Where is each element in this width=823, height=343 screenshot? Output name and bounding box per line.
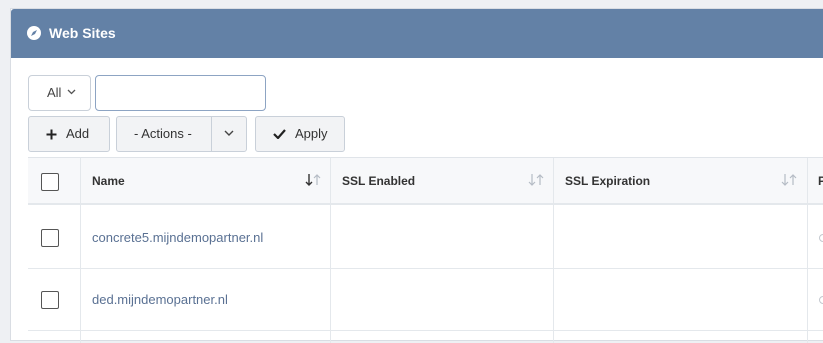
apply-button[interactable]: Apply <box>255 116 345 152</box>
actions-divider <box>211 117 212 151</box>
chevron-down-icon[interactable] <box>224 130 234 137</box>
chevron-down-icon <box>67 89 76 95</box>
search-input[interactable] <box>95 75 266 111</box>
plus-icon <box>46 129 57 140</box>
add-button-label: Add <box>66 126 90 141</box>
compass-icon <box>27 26 41 40</box>
status-indicator <box>819 296 823 304</box>
scope-filter-select[interactable]: All <box>28 75 91 111</box>
actions-select-label: - Actions - <box>134 126 192 141</box>
panel-header: Web Sites <box>11 9 823 58</box>
add-button[interactable]: Add <box>28 116 110 152</box>
column-header-ssl-enabled[interactable]: SSL Enabled <box>342 173 415 189</box>
websites-table: Name SSL Enabled SSL Expiration P concre… <box>28 157 823 343</box>
column-header-name[interactable]: Name <box>92 173 125 189</box>
web-sites-panel: Web Sites All Add - Actions - Apply Name… <box>10 8 823 343</box>
website-name-link[interactable]: ded.mijndemopartner.nl <box>92 291 228 309</box>
select-all-checkbox[interactable] <box>41 173 59 191</box>
panel-title: Web Sites <box>49 25 116 41</box>
sort-icon[interactable] <box>781 173 797 187</box>
apply-button-label: Apply <box>295 126 328 141</box>
status-indicator <box>819 234 823 242</box>
row-checkbox[interactable] <box>41 229 59 247</box>
check-icon <box>273 129 286 139</box>
scope-filter-value: All <box>47 85 62 100</box>
column-header-ssl-expiration[interactable]: SSL Expiration <box>565 173 650 189</box>
actions-select[interactable]: - Actions - <box>116 116 247 152</box>
column-header-partial[interactable]: P <box>818 173 823 189</box>
sort-icon[interactable] <box>528 173 544 187</box>
website-name-link[interactable]: concrete5.mijndemopartner.nl <box>92 229 263 247</box>
row-checkbox[interactable] <box>41 291 59 309</box>
sort-descending-icon[interactable] <box>305 173 321 187</box>
